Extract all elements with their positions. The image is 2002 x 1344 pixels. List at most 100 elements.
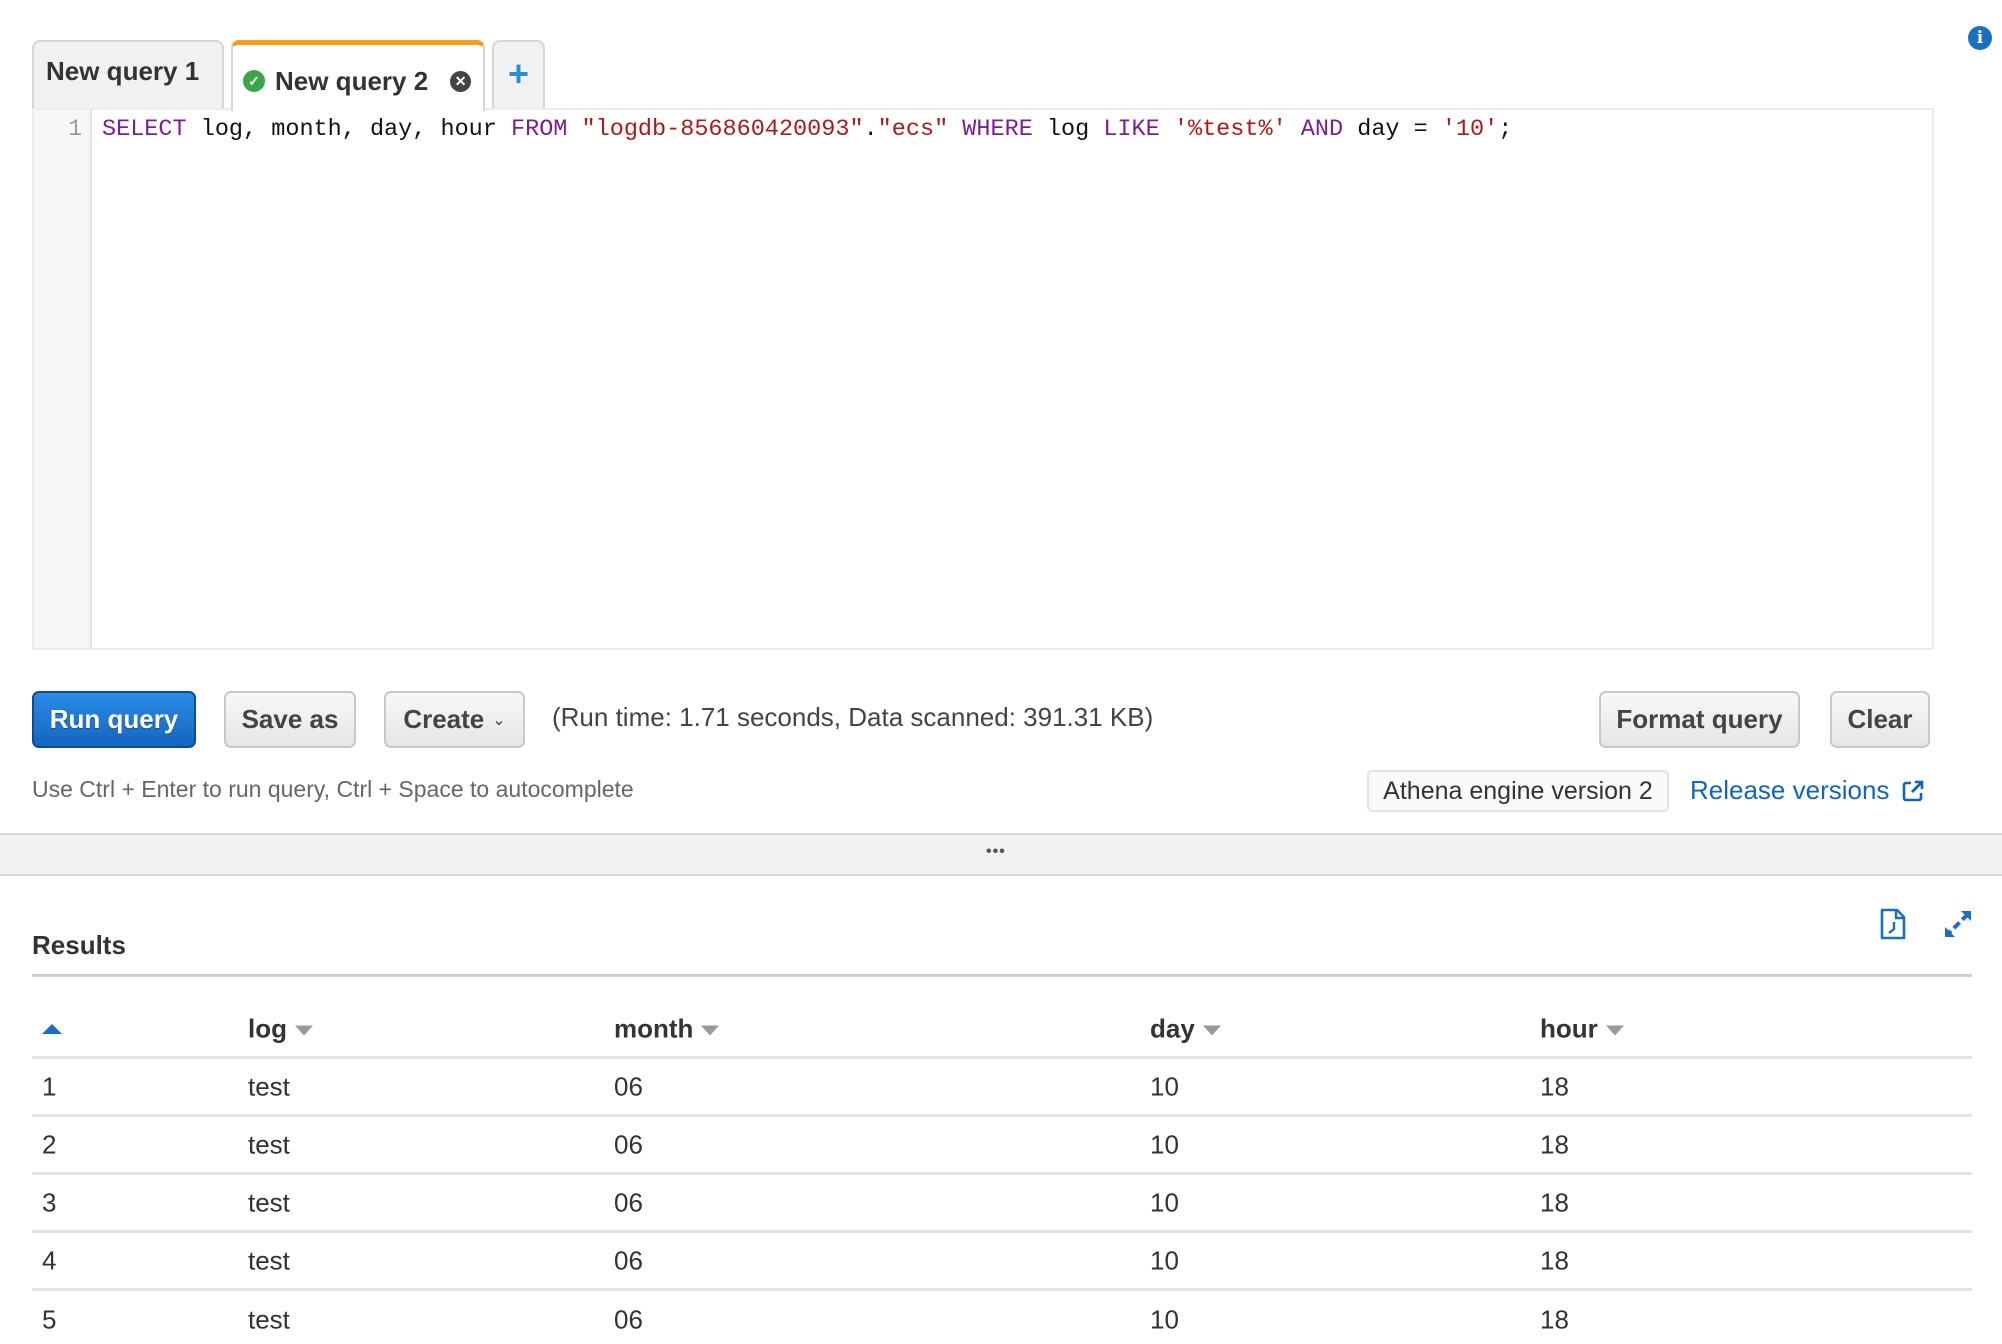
cell-hour: 18 [1540, 1187, 1569, 1217]
cell-month: 06 [614, 1129, 643, 1159]
sort-icon [701, 1025, 720, 1036]
drag-dots-icon: ••• [986, 843, 1006, 860]
close-tab-icon[interactable]: ✕ [450, 70, 472, 92]
table-row: 1 test 06 10 18 [32, 1059, 1972, 1117]
table-header: log month day hour [32, 1002, 1972, 1059]
sql-text: log [1032, 116, 1104, 143]
plus-icon: + [507, 52, 530, 94]
run-stats: (Run time: 1.71 seconds, Data scanned: 3… [552, 702, 1154, 732]
tab-new-query-1[interactable]: New query 1 [32, 40, 224, 109]
table-row: 4 test 06 10 18 [32, 1233, 1972, 1291]
query-editor[interactable]: 1 SELECT log, month, day, hour FROM "log… [32, 108, 1934, 650]
cell-hour: 18 [1540, 1129, 1569, 1159]
engine-version-badge: Athena engine version 2 [1367, 770, 1669, 812]
cell-log: test [248, 1187, 290, 1217]
save-as-button[interactable]: Save as [224, 691, 356, 748]
sql-string: '%test%' [1173, 116, 1287, 143]
format-query-button[interactable]: Format query [1599, 691, 1800, 748]
cell-day: 10 [1150, 1129, 1179, 1159]
table-row: 3 test 06 10 18 [32, 1175, 1972, 1233]
line-number: 1 [68, 116, 82, 142]
results-divider [32, 974, 1972, 977]
column-label: log [248, 1013, 287, 1044]
cell-day: 10 [1150, 1187, 1179, 1217]
row-index: 4 [42, 1245, 57, 1275]
tab-label: New query 1 [46, 56, 200, 86]
sql-keyword: SELECT [102, 116, 187, 143]
line-gutter: 1 [34, 110, 92, 648]
sql-text: log, month, day, hour [186, 116, 511, 143]
resize-handle[interactable]: ••• [0, 833, 2002, 876]
column-header-day[interactable]: day [1150, 1014, 1221, 1045]
keyboard-hint: Use Ctrl + Enter to run query, Ctrl + Sp… [32, 776, 634, 802]
sql-keyword: LIKE [1103, 116, 1160, 143]
info-icon[interactable]: i [1968, 26, 1992, 50]
sort-column-index[interactable] [42, 1024, 62, 1034]
run-query-label: Run query [49, 704, 179, 734]
column-label: month [614, 1013, 694, 1044]
clear-label: Clear [1847, 704, 1913, 734]
results-table: log month day hour 1 test 06 10 18 2 tes… [32, 1002, 1972, 1344]
chevron-down-icon: ⌄ [492, 711, 506, 729]
sql-keyword: FROM [510, 116, 568, 143]
cell-log: test [248, 1304, 290, 1335]
column-header-log[interactable]: log [248, 1014, 313, 1045]
success-check-icon: ✓ [243, 70, 265, 92]
sql-string: "ecs" [877, 116, 949, 143]
engine-version-label: Athena engine version 2 [1383, 776, 1653, 805]
table-row: 2 test 06 10 18 [32, 1117, 1972, 1175]
new-tab-button[interactable]: + [492, 40, 545, 109]
row-index: 2 [42, 1129, 57, 1159]
sort-ascending-icon [42, 1024, 62, 1034]
tab-label: New query 2 [275, 65, 429, 96]
create-dropdown-button[interactable]: Create ⌄ [384, 691, 525, 748]
sort-icon [295, 1025, 313, 1036]
code-line[interactable]: SELECT log, month, day, hour FROM "logdb… [102, 116, 1512, 143]
release-versions-link[interactable]: Release versions [1690, 775, 1925, 806]
create-label: Create [403, 704, 485, 734]
sql-keyword: WHERE [962, 116, 1033, 143]
format-query-label: Format query [1616, 704, 1783, 734]
sort-icon [1202, 1025, 1221, 1036]
row-index: 1 [42, 1071, 57, 1101]
release-versions-label: Release versions [1690, 775, 1890, 805]
cell-month: 06 [614, 1245, 643, 1275]
download-results-icon[interactable] [1880, 908, 1906, 940]
column-label: day [1150, 1013, 1195, 1044]
row-index: 3 [42, 1187, 57, 1217]
cell-log: test [248, 1071, 290, 1101]
tab-new-query-2[interactable]: ✓ New query 2 ✕ [231, 40, 485, 111]
cell-day: 10 [1150, 1304, 1179, 1335]
sql-keyword: AND [1300, 116, 1344, 143]
cell-hour: 18 [1540, 1245, 1569, 1275]
sql-string: '10' [1441, 116, 1499, 143]
sort-icon [1605, 1025, 1624, 1036]
cell-log: test [248, 1129, 290, 1159]
cell-day: 10 [1150, 1245, 1179, 1275]
sql-text: . [863, 116, 878, 143]
column-header-hour[interactable]: hour [1540, 1014, 1624, 1045]
row-index: 5 [42, 1304, 57, 1335]
cell-day: 10 [1150, 1071, 1179, 1101]
cell-log: test [248, 1245, 290, 1275]
sql-text: ; [1498, 116, 1513, 143]
column-label: hour [1540, 1013, 1598, 1044]
external-link-icon [1903, 780, 1924, 801]
save-as-label: Save as [241, 704, 339, 734]
sql-string: "logdb-856860420093" [581, 116, 864, 143]
clear-button[interactable]: Clear [1830, 691, 1930, 748]
run-query-button[interactable]: Run query [32, 691, 196, 748]
table-row: 5 test 06 10 18 [32, 1291, 1972, 1344]
cell-month: 06 [614, 1304, 643, 1335]
cell-hour: 18 [1540, 1304, 1569, 1335]
results-title: Results [32, 930, 126, 960]
column-header-month[interactable]: month [614, 1013, 720, 1045]
cell-month: 06 [614, 1071, 643, 1101]
sql-text: day = [1343, 116, 1442, 143]
expand-icon[interactable] [1942, 908, 1974, 940]
cell-hour: 18 [1540, 1071, 1569, 1101]
